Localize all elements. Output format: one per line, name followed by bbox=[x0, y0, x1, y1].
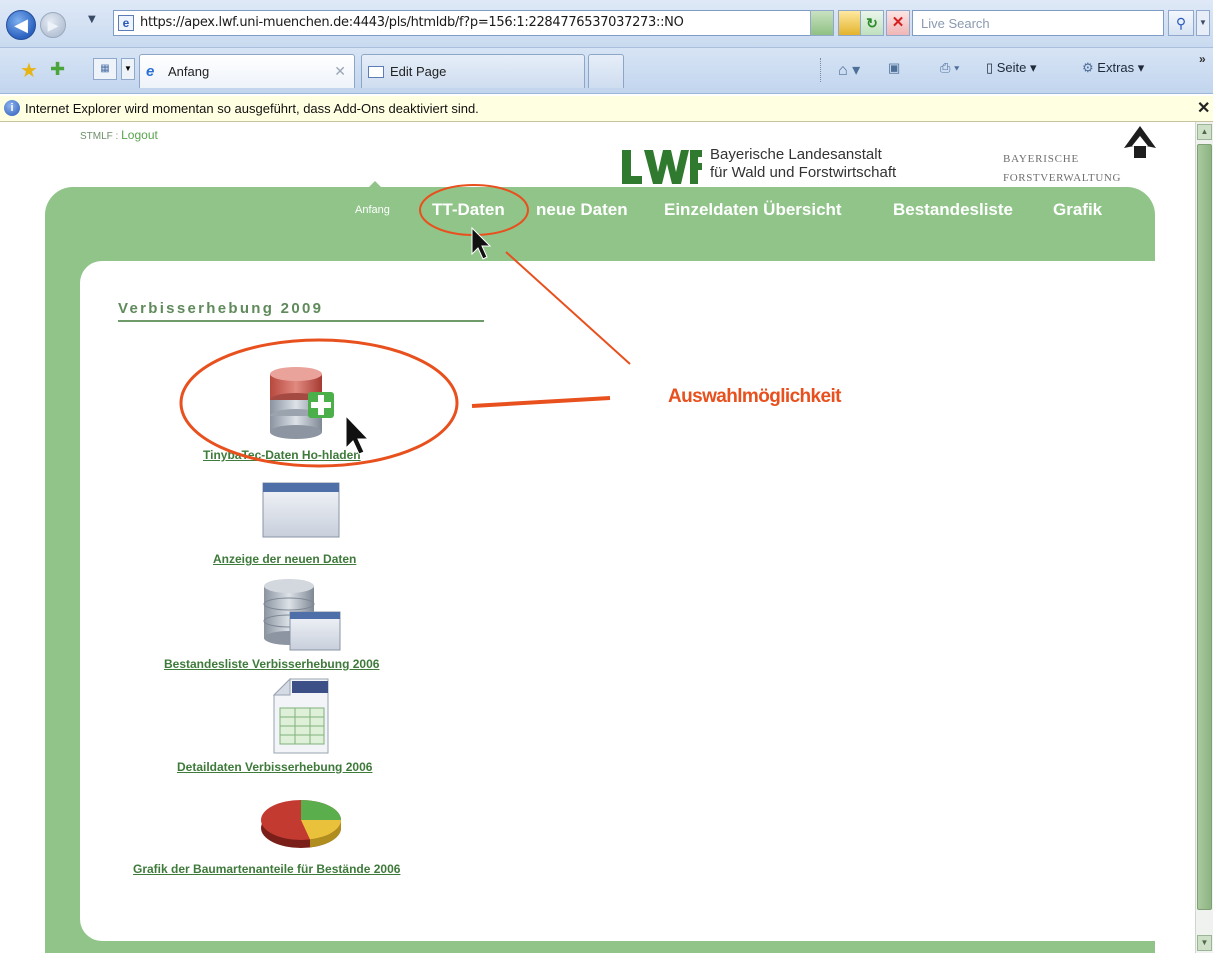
tab-label: Edit Page bbox=[390, 64, 447, 79]
active-nav-indicator bbox=[368, 181, 382, 188]
scroll-down-icon[interactable]: ▼ bbox=[1197, 935, 1212, 951]
search-button[interactable]: ⚲ bbox=[1168, 10, 1194, 36]
nav-bestandesliste[interactable]: Bestandesliste bbox=[893, 200, 1013, 220]
close-icon[interactable]: ✕ bbox=[1197, 98, 1210, 118]
forestry-name-line2: FORSTVERWALTUNG bbox=[1003, 172, 1121, 184]
item-link-tinytag-upload[interactable]: TinybaTec-Daten Ho-hladen bbox=[203, 448, 361, 462]
nav-neue-daten[interactable]: neue Daten bbox=[536, 200, 628, 220]
history-dropdown-icon[interactable]: ▼ bbox=[88, 14, 96, 25]
database-window-icon[interactable] bbox=[262, 578, 342, 652]
content-panel bbox=[80, 261, 1194, 941]
back-button[interactable]: ◀ bbox=[6, 10, 36, 40]
tab-list-dropdown[interactable]: ▼ bbox=[121, 58, 135, 80]
pie-chart-icon[interactable] bbox=[258, 796, 344, 850]
address-field[interactable]: e https://apex.lwf.uni-muenchen.de:4443/… bbox=[113, 10, 831, 36]
toolbar-overflow-icon[interactable]: » bbox=[1199, 52, 1206, 66]
item-link-species-chart[interactable]: Grafik der Baumartenanteile für Bestände… bbox=[133, 862, 400, 876]
scroll-thumb[interactable] bbox=[1197, 144, 1212, 910]
page-menu-label: Seite bbox=[996, 60, 1027, 75]
tab-label: Anfang bbox=[168, 64, 210, 79]
database-add-icon[interactable] bbox=[266, 366, 338, 446]
forward-button[interactable]: ▶ bbox=[40, 12, 66, 38]
search-placeholder: Live Search bbox=[921, 16, 990, 31]
search-options-dropdown[interactable]: ▼ bbox=[1196, 10, 1210, 36]
user-name: STMLF : bbox=[80, 131, 119, 142]
tab-anfang[interactable]: e Anfang ✕ bbox=[139, 54, 355, 88]
nav-anfang[interactable]: Anfang bbox=[355, 204, 390, 216]
address-dropdown-button[interactable] bbox=[810, 10, 834, 36]
lwf-logo-icon bbox=[622, 148, 702, 184]
lwf-name-line2: für Wald und Forstwirtschaft bbox=[710, 164, 897, 181]
search-input[interactable]: Live Search bbox=[912, 10, 1164, 36]
user-line: STMLF : Logout bbox=[80, 128, 158, 142]
page-icon: e bbox=[118, 15, 134, 31]
annotation-label: Auswahlmöglichkeit bbox=[668, 386, 842, 407]
favorites-star-icon[interactable]: ★ bbox=[20, 58, 38, 82]
spreadsheet-icon[interactable] bbox=[272, 678, 332, 754]
nav-tt-daten[interactable]: TT-Daten bbox=[432, 200, 505, 220]
item-link-new-data[interactable]: Anzeige der neuen Daten bbox=[213, 552, 356, 566]
info-icon: i bbox=[4, 100, 20, 116]
item-link-stand-list[interactable]: Bestandesliste Verbisserhebung 2006 bbox=[164, 657, 379, 671]
forestry-tree-logo-icon bbox=[1124, 126, 1156, 158]
lwf-name-line1: Bayerische Landesanstalt bbox=[710, 146, 882, 163]
new-tab-button[interactable] bbox=[588, 54, 624, 88]
infobar-text: Internet Explorer wird momentan so ausge… bbox=[25, 101, 479, 116]
ie-page-icon: e bbox=[146, 63, 155, 80]
tab-edit-page[interactable]: Edit Page bbox=[361, 54, 585, 88]
address-bar-row: ◀ ▶ ▼ e https://apex.lwf.uni-muenchen.de… bbox=[0, 0, 1213, 48]
add-favorites-icon[interactable]: ✚ bbox=[50, 59, 65, 80]
lock-icon[interactable] bbox=[838, 10, 862, 36]
vertical-scrollbar[interactable]: ▲ ▼ bbox=[1195, 122, 1213, 953]
nav-grafik[interactable]: Grafik bbox=[1053, 200, 1102, 220]
quick-tabs-button[interactable]: ▦ bbox=[93, 58, 117, 80]
feeds-icon[interactable]: ▣ bbox=[888, 60, 900, 76]
home-icon[interactable]: ⌂ ▾ bbox=[838, 60, 860, 80]
section-divider bbox=[118, 320, 484, 322]
scroll-up-icon[interactable]: ▲ bbox=[1197, 124, 1212, 140]
section-title: Verbisserhebung 2009 bbox=[118, 300, 324, 317]
stop-button[interactable]: ✕ bbox=[886, 10, 910, 36]
nav-einzeldaten-uebersicht[interactable]: Einzeldaten Übersicht bbox=[664, 200, 842, 220]
toolbar-separator bbox=[820, 58, 821, 82]
tools-menu-label: Extras bbox=[1097, 60, 1135, 75]
gear-icon: ⚙ bbox=[1082, 60, 1094, 75]
url-text: https://apex.lwf.uni-muenchen.de:4443/pl… bbox=[140, 15, 684, 30]
print-icon[interactable]: ⎙ ▾ bbox=[940, 60, 959, 76]
close-tab-icon[interactable]: ✕ bbox=[334, 63, 346, 80]
refresh-button[interactable]: ↻ bbox=[860, 10, 884, 36]
item-link-detail-data[interactable]: Detaildaten Verbisserhebung 2006 bbox=[177, 760, 372, 774]
window-icon[interactable] bbox=[262, 482, 340, 538]
forestry-name-line1: BAYERISCHE bbox=[1003, 153, 1080, 165]
information-bar[interactable]: i Internet Explorer wird momentan so aus… bbox=[0, 96, 1213, 122]
page-icon bbox=[368, 66, 384, 78]
logout-link[interactable]: Logout bbox=[121, 128, 158, 142]
tools-menu[interactable]: ⚙ Extras ▾ bbox=[1082, 60, 1144, 76]
page-menu[interactable]: ▯ Seite ▾ bbox=[986, 60, 1037, 76]
